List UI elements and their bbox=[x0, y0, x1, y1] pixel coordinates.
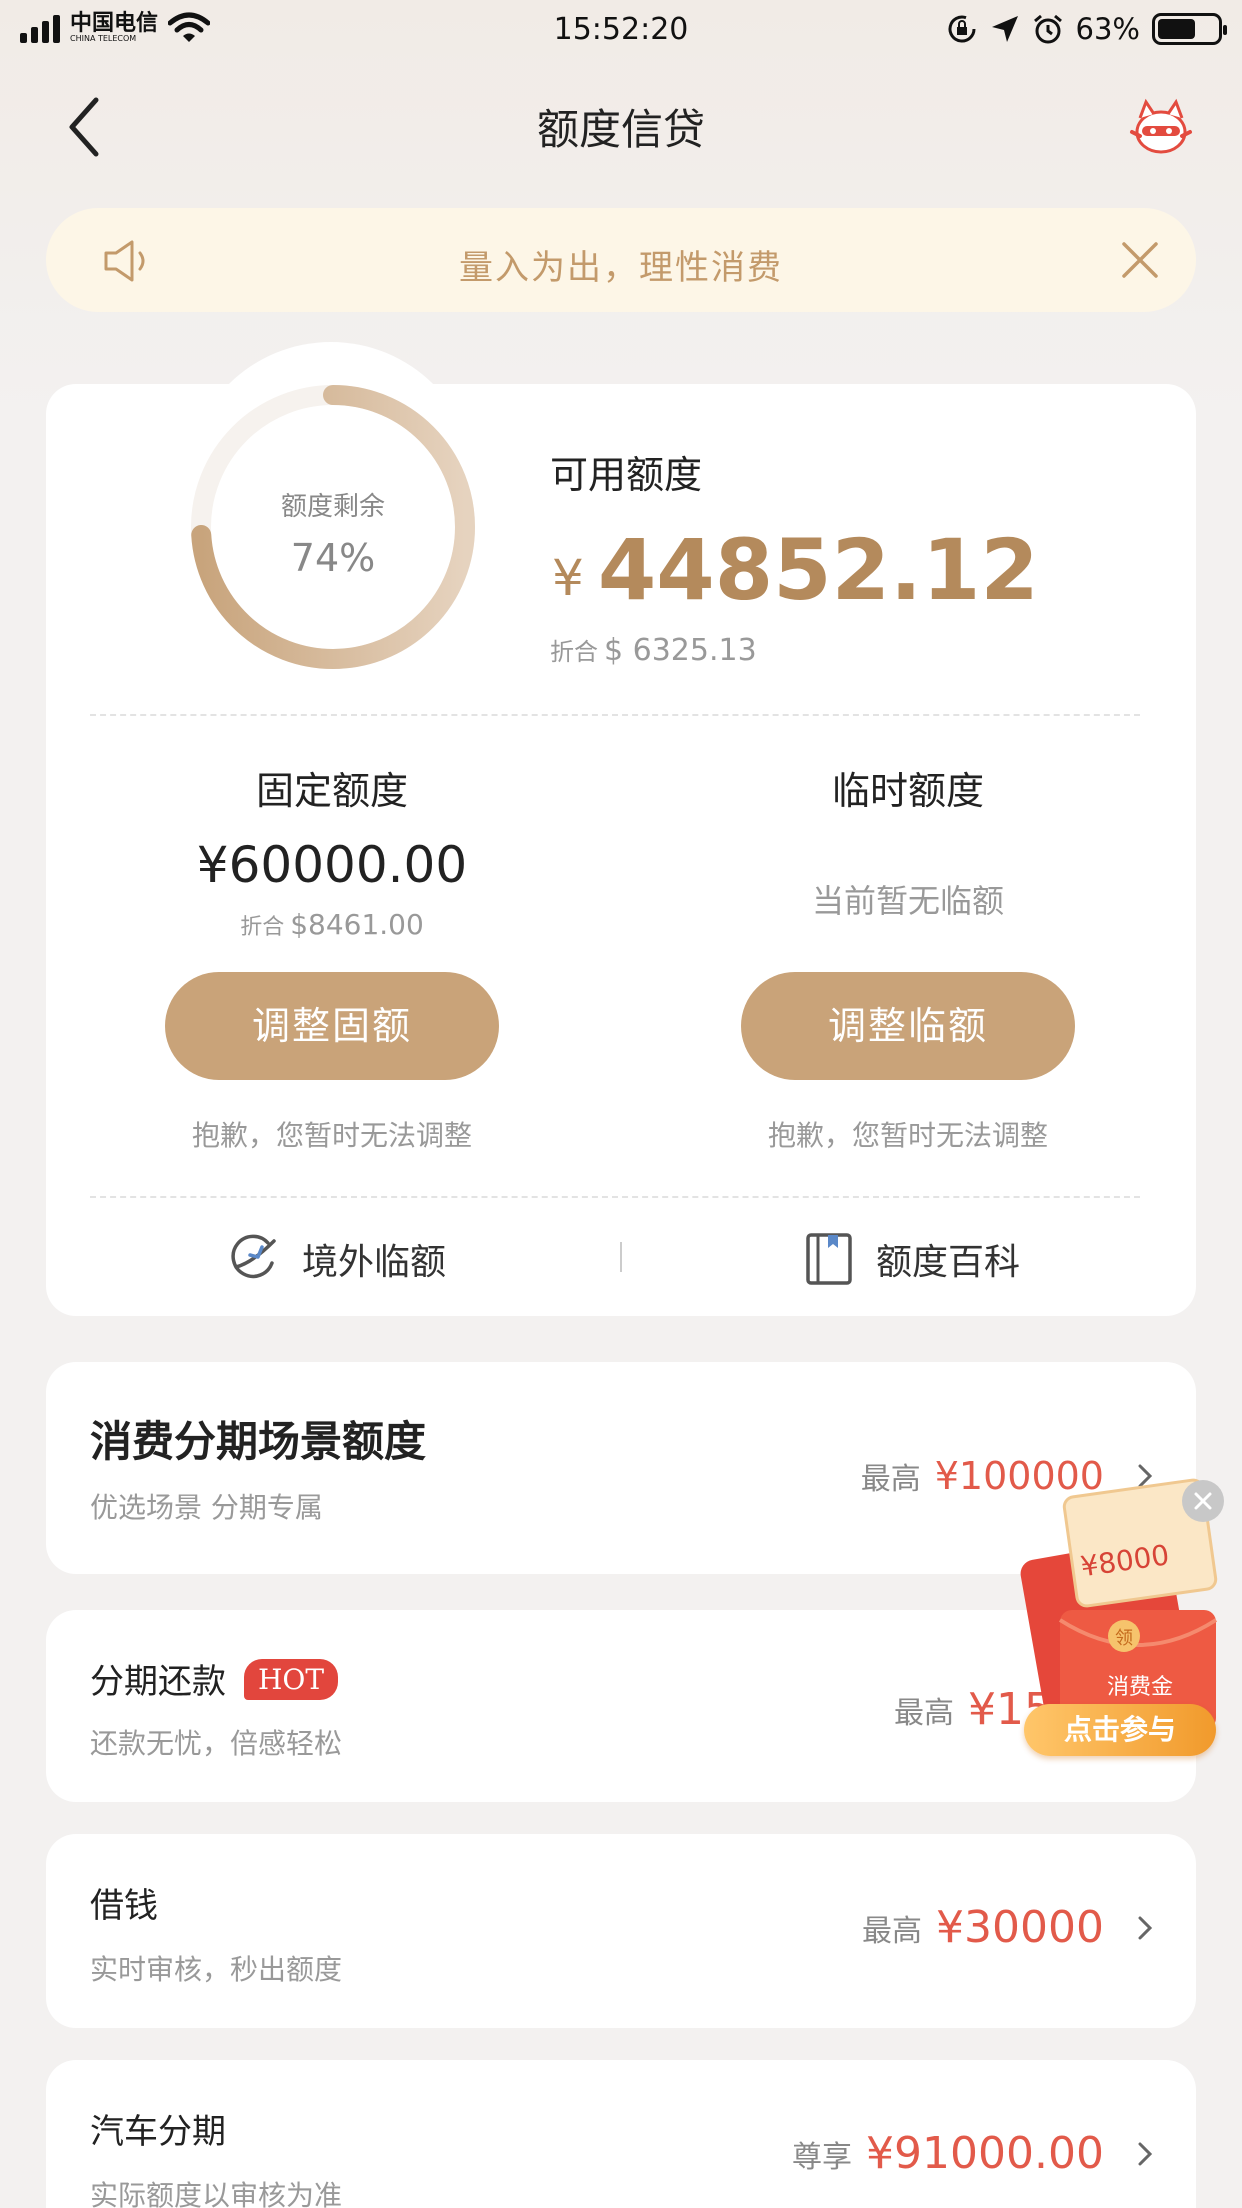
amount-prefix: 最高 bbox=[860, 1462, 921, 1497]
page-title: 额度信贷 bbox=[536, 105, 705, 154]
list-item-subtitle: 还款无忧，倍感轻松 bbox=[90, 1727, 343, 1760]
fixed-amount: ¥60000.00 bbox=[196, 836, 468, 894]
overseas-temp-label: 境外临额 bbox=[302, 1242, 447, 1283]
list-item-subtitle: 优选场景 分期专属 bbox=[90, 1491, 323, 1524]
list-item-subtitle: 实际额度以审核为准 bbox=[90, 2179, 343, 2208]
fixed-usd-value: $8461.00 bbox=[290, 908, 424, 941]
book-icon bbox=[806, 1233, 852, 1285]
list-item-car-installment[interactable]: 汽车分期 实际额度以审核为准 尊享 ¥91000.00 bbox=[46, 2060, 1196, 2208]
promo-seal: 领 bbox=[1115, 1628, 1133, 1649]
divider bbox=[90, 714, 1140, 716]
close-icon[interactable] bbox=[1120, 240, 1160, 280]
location-icon bbox=[991, 16, 1018, 42]
promo-close-button[interactable] bbox=[1182, 1480, 1224, 1522]
list-item-title: 分期还款 bbox=[90, 1662, 226, 1702]
overseas-temp-link[interactable]: 境外临额 bbox=[228, 1226, 446, 1292]
available-usd-value: $ 6325.13 bbox=[604, 633, 757, 668]
promo-join-button[interactable]: 点击参与 bbox=[1024, 1704, 1216, 1756]
notice-banner: 量入为出，理性消费 bbox=[46, 208, 1196, 312]
amount-prefix: 最高 bbox=[862, 1913, 923, 1949]
link-separator bbox=[620, 1242, 622, 1272]
credit-wiki-label: 额度百科 bbox=[876, 1242, 1021, 1283]
adjust-fixed-button[interactable]: 调整固额 bbox=[165, 972, 499, 1080]
divider bbox=[90, 1196, 1140, 1198]
promo-envelope-label: 消费金 bbox=[1107, 1675, 1173, 1700]
available-label: 可用额度 bbox=[550, 453, 703, 497]
battery-percent: 63% bbox=[1075, 12, 1140, 46]
notice-text: 量入为出，理性消费 bbox=[459, 248, 783, 288]
battery-icon bbox=[1152, 13, 1227, 45]
temp-status: 当前暂无临额 bbox=[811, 882, 1004, 920]
list-item-value: 最高 ¥30000 bbox=[862, 1902, 1156, 1953]
temp-title: 临时额度 bbox=[831, 769, 984, 813]
fixed-usd: 折合 $8461.00 bbox=[82, 908, 582, 941]
available-usd: 折合 $ 6325.13 bbox=[550, 632, 757, 668]
plane-globe-icon bbox=[231, 1234, 276, 1279]
list-item-title: 消费分期场景额度 bbox=[90, 1417, 427, 1466]
close-icon bbox=[1194, 1492, 1212, 1510]
adjust-temp-button[interactable]: 调整临额 bbox=[741, 972, 1075, 1080]
ring-percent: 74% bbox=[290, 536, 376, 580]
amount-prefix: 最高 bbox=[894, 1695, 955, 1731]
rotation-lock-icon bbox=[948, 15, 976, 43]
status-bar: 中国电信 CHINA TELECOM 15:52:20 63% bbox=[0, 0, 1242, 62]
list-item-value: 尊享 ¥91000.00 bbox=[792, 2128, 1156, 2179]
amount-prefix: 尊享 bbox=[792, 2139, 853, 2175]
alarm-icon bbox=[1033, 14, 1062, 44]
available-amount-value: 44852.12 bbox=[597, 521, 1039, 619]
fixed-title: 固定额度 bbox=[255, 769, 408, 813]
temp-note: 抱歉，您暂时无法调整 bbox=[767, 1119, 1048, 1152]
ring-label: 额度剩余 bbox=[280, 492, 385, 522]
fixed-note: 抱歉，您暂时无法调整 bbox=[191, 1119, 472, 1152]
credit-wiki-link[interactable]: 额度百科 bbox=[804, 1226, 1020, 1292]
chevron-right-icon bbox=[1138, 1916, 1153, 1939]
hot-badge: HOT bbox=[244, 1659, 339, 1700]
list-item-title: 汽车分期 bbox=[90, 2112, 226, 2152]
list-item-title-row: 分期还款 HOT bbox=[90, 1654, 339, 1703]
conv-prefix: 折合 bbox=[240, 915, 285, 940]
available-amount: ¥44852.12 bbox=[552, 520, 1039, 628]
mascot-icon[interactable] bbox=[1126, 92, 1196, 162]
amount: ¥30000 bbox=[936, 1902, 1104, 1953]
conv-prefix: 折合 bbox=[550, 638, 598, 666]
list-item-subtitle: 实时审核，秒出额度 bbox=[90, 1953, 343, 1986]
currency-symbol: ¥ bbox=[552, 549, 584, 607]
amount: ¥91000.00 bbox=[866, 2128, 1104, 2179]
credit-ring-chart bbox=[191, 385, 475, 669]
status-right: 63% bbox=[946, 12, 1227, 46]
chevron-right-icon bbox=[1138, 2142, 1153, 2165]
list-item-title: 借钱 bbox=[90, 1886, 158, 1926]
list-item-borrow[interactable]: 借钱 实时审核，秒出额度 最高 ¥30000 bbox=[46, 1834, 1196, 2028]
